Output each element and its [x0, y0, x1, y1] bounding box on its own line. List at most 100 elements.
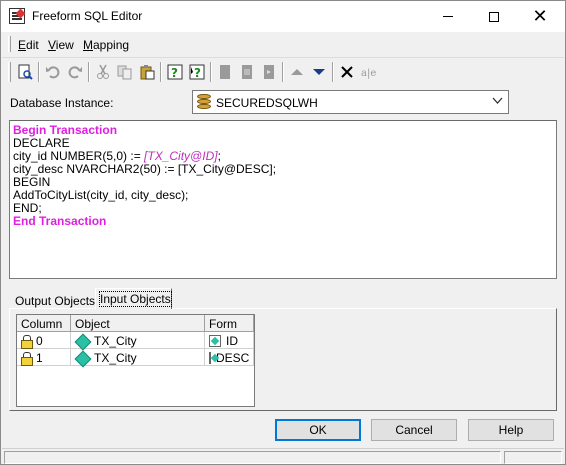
sql-placeholder: [TX_City@ID]: [144, 149, 218, 163]
column-value: 0: [36, 333, 43, 348]
cancel-button[interactable]: Cancel: [371, 419, 457, 441]
status-pane: [4, 451, 501, 464]
menu-mapping[interactable]: Mapping: [83, 38, 129, 52]
menu-edit[interactable]: Edit: [18, 38, 39, 52]
object-value: TX_City: [94, 350, 137, 365]
move-down-button[interactable]: [308, 61, 330, 83]
freeform-sql-editor-window: Freeform SQL Editor ✕ Edit View Mapping: [0, 0, 566, 465]
toolbar-separator: [88, 62, 90, 82]
paste-icon: [140, 65, 155, 80]
form-value: ID: [226, 333, 238, 348]
column-header-object[interactable]: Object: [71, 315, 205, 332]
rename-icon: a|e: [361, 68, 376, 79]
close-icon: ✕: [532, 6, 548, 26]
menu-mapping-rest: apping: [93, 38, 130, 52]
refresh-icon: [264, 65, 274, 79]
properties-icon: [18, 64, 33, 80]
column-value: 1: [36, 350, 43, 365]
whats-this-icon: ?: [189, 64, 205, 80]
move-up-button[interactable]: [286, 61, 308, 83]
clear-icon: [341, 66, 353, 78]
chevron-down-icon[interactable]: [492, 95, 503, 109]
clear-button[interactable]: [336, 61, 358, 83]
window-title: Freeform SQL Editor: [32, 9, 143, 23]
redo-button[interactable]: [64, 61, 86, 83]
properties-button[interactable]: [14, 61, 36, 83]
ok-button[interactable]: OK: [275, 419, 361, 441]
form-icon: [209, 334, 221, 347]
insert-row-button[interactable]: [214, 61, 236, 83]
toolbar-separator: [332, 62, 334, 82]
column-cell[interactable]: 0: [17, 332, 71, 349]
form-value: DESC: [216, 350, 250, 365]
svg-text:a|e: a|e: [361, 68, 376, 79]
insert-row-icon: [220, 65, 230, 79]
paste-button[interactable]: [136, 61, 158, 83]
object-value: TX_City: [94, 333, 137, 348]
undo-button[interactable]: [42, 61, 64, 83]
menu-view[interactable]: View: [48, 38, 74, 52]
menu-bar: Edit View Mapping: [2, 32, 564, 56]
menu-view-rest: iew: [55, 38, 74, 52]
toolbar: ? ? a|e: [2, 57, 564, 85]
whats-this-button[interactable]: ?: [186, 61, 208, 83]
tab-input-objects-label: Input Objects: [99, 291, 172, 307]
menu-edit-rest: dit: [26, 38, 39, 52]
minimize-button[interactable]: [425, 1, 471, 32]
help-button-toolbar[interactable]: ?: [164, 61, 186, 83]
move-down-icon: [313, 69, 325, 75]
copy-icon: [117, 65, 132, 80]
close-button[interactable]: ✕: [517, 1, 563, 32]
table-row[interactable]: 0 TX_City ID: [17, 332, 254, 349]
attribute-icon: [75, 351, 89, 365]
delete-row-icon: [242, 65, 252, 79]
cut-button[interactable]: [92, 61, 114, 83]
grid-header: Column Object Form: [17, 315, 254, 332]
undo-icon: [46, 66, 60, 79]
sql-line: AddToCityList(city_id, city_desc);: [13, 188, 189, 202]
tab-output-objects[interactable]: Output Objects: [9, 292, 95, 310]
form-icon: [209, 351, 211, 364]
sql-line-suffix: ;: [217, 149, 221, 163]
sql-line: Begin Transaction: [13, 123, 118, 137]
svg-text:?: ?: [171, 66, 178, 80]
form-cell[interactable]: DESC: [205, 349, 254, 366]
column-cell[interactable]: 1: [17, 349, 71, 366]
database-icon: [197, 94, 211, 110]
menubar-grip[interactable]: [8, 36, 11, 52]
toolbar-separator: [282, 62, 284, 82]
refresh-button[interactable]: [258, 61, 280, 83]
column-header-form[interactable]: Form: [205, 315, 254, 332]
help-button[interactable]: Help: [468, 419, 554, 441]
copy-button[interactable]: [114, 61, 136, 83]
database-instance-label: Database Instance:: [10, 96, 114, 110]
title-bar: Freeform SQL Editor ✕: [1, 1, 565, 32]
lock-icon: [21, 334, 33, 349]
toolbar-separator: [210, 62, 212, 82]
tab-input-objects[interactable]: Input Objects: [95, 288, 172, 309]
sql-line: End Transaction: [13, 214, 107, 228]
input-objects-grid: Column Object Form 0 TX_City ID 1 TX_Cit…: [16, 314, 255, 407]
app-icon: [9, 8, 25, 24]
table-row[interactable]: 1 TX_City DESC: [17, 349, 254, 366]
cut-icon: [97, 64, 109, 79]
rename-button[interactable]: a|e: [358, 61, 380, 83]
toolbar-separator: [160, 62, 162, 82]
object-cell[interactable]: TX_City: [71, 332, 205, 349]
lock-icon: [21, 351, 33, 366]
sql-editor[interactable]: Begin Transaction DECLARE city_id NUMBER…: [9, 120, 557, 279]
sql-line-text: city_id NUMBER(5,0) :=: [13, 149, 145, 163]
toolbar-separator: [38, 62, 40, 82]
maximize-icon: [489, 11, 499, 22]
toolbar-grip[interactable]: [8, 62, 11, 82]
status-pane: [504, 451, 562, 464]
maximize-button[interactable]: [471, 1, 517, 32]
redo-icon: [68, 66, 82, 79]
attribute-icon: [75, 334, 89, 348]
column-header-column[interactable]: Column: [17, 315, 71, 332]
help-icon: ?: [167, 64, 183, 80]
delete-row-button[interactable]: [236, 61, 258, 83]
database-instance-select[interactable]: SECUREDSQLWH: [192, 90, 509, 114]
form-cell[interactable]: ID: [205, 332, 254, 349]
object-cell[interactable]: TX_City: [71, 349, 205, 366]
